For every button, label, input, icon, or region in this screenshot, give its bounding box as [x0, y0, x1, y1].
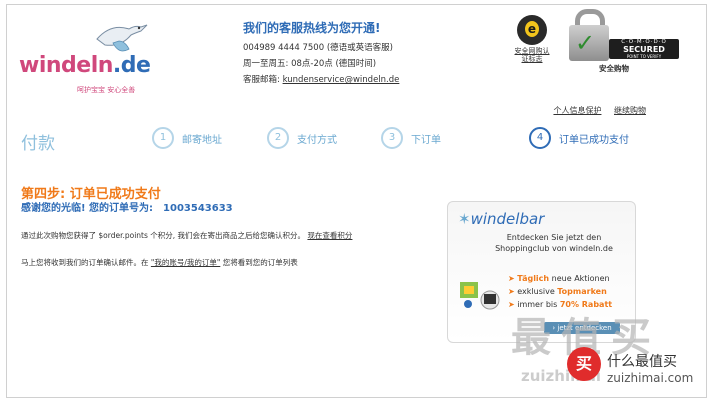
step-number: 2: [267, 127, 289, 149]
stork-icon: [96, 24, 148, 52]
step-label: 支付方式: [297, 134, 337, 146]
trusted-shops-badge[interactable]: e 安全网购认证标志: [512, 15, 552, 63]
banner-headline: Entdecken Sie jetzt den Shoppingclub von…: [484, 232, 624, 254]
mail-paragraph: 马上您将收到我们的订单确认邮件。在 "我的账号/我的订单" 您将看到您的订单列表: [21, 257, 298, 268]
banner-line1: Entdecken Sie jetzt den: [506, 233, 602, 242]
checkmark-icon: ✓: [575, 29, 596, 57]
banner-line2: Shoppingclub von windeln.de: [495, 244, 613, 253]
step-label: 下订单: [411, 134, 441, 146]
my-orders-link[interactable]: "我的账号/我的订单": [151, 258, 220, 267]
contact-email-link[interactable]: kundenservice@windeln.de: [283, 75, 400, 85]
logo-tagline: 呵护宝宝 安心全善: [77, 86, 136, 94]
mail-text-prefix: 马上您将收到我们的订单确认邮件。在: [21, 258, 149, 267]
step-number: 1: [152, 127, 174, 149]
contact-email-row: 客服邮箱: kundenservice@windeln.de: [243, 72, 399, 88]
contact-title: 我们的客服热线为您开通!: [243, 21, 381, 35]
checkout-steps: 付款 1 邮寄地址 2 支付方式 3 下订单 4 订单已成功支付: [7, 125, 706, 155]
step-1: 1 邮寄地址: [152, 127, 222, 149]
logo-wordmark: windeln.de: [19, 53, 151, 78]
thanks-text: 感谢您的光临! 您的订单号为:: [21, 203, 154, 214]
step-label: 订单已成功支付: [559, 134, 629, 146]
page-frame: windeln.de 呵护宝宝 安心全善 我们的客服热线为您开通! 004989…: [6, 4, 707, 398]
comodo-line2: SECURED: [623, 45, 665, 54]
order-number: 1003543633: [163, 203, 233, 214]
privacy-link[interactable]: 个人信息保护: [553, 106, 601, 115]
star-icon: ✶: [458, 210, 471, 228]
secure-shopping-label: 安全购物: [599, 64, 629, 73]
baby-toys-image: [460, 282, 500, 310]
step-number: 4: [529, 127, 551, 149]
bullet-1: ➤ Täglich neue Aktionen: [508, 274, 610, 283]
windeln-logo[interactable]: windeln.de 呵护宝宝 安心全善: [19, 17, 159, 97]
trusted-badge-label: 安全网购认证标志: [514, 47, 550, 63]
step-number: 3: [381, 127, 403, 149]
bullet-2: ➤ exklusive Topmarken: [508, 287, 607, 296]
trusted-seal-icon: e: [517, 15, 547, 45]
step-label: 邮寄地址: [182, 134, 222, 146]
step-2: 2 支付方式: [267, 127, 337, 149]
view-points-link[interactable]: 现在查看积分: [307, 231, 352, 240]
contact-phone: 004989 4444 7500 (德语或英语客服): [243, 43, 393, 53]
steps-title: 付款: [21, 134, 55, 154]
contact-hours: 周一至周五: 08点-20点 (德国时间): [243, 59, 377, 69]
comodo-line3: POINT TO VERIFY: [626, 54, 662, 59]
comodo-label: C·O·M·O·D·O SECURED POINT TO VERIFY: [609, 39, 679, 59]
contact-block: 我们的客服热线为您开通! 004989 4444 7500 (德语或英语客服) …: [243, 19, 399, 88]
step-4: 4 订单已成功支付: [529, 127, 629, 149]
contact-email-label: 客服邮箱:: [243, 75, 280, 85]
confirmation-thanks: 感谢您的光临! 您的订单号为: 1003543633: [21, 199, 233, 214]
watermark-site: zuizhimai.com: [607, 371, 694, 385]
step-3: 3 下订单: [381, 127, 441, 149]
points-paragraph: 通过此次购物您获得了 $order.points 个积分, 我们会在寄出商品之后…: [21, 230, 352, 241]
windelbar-logo: ✶windelbar: [458, 210, 545, 228]
top-links: 个人信息保护 继续购物: [543, 105, 646, 116]
watermark-badge: 买: [567, 347, 601, 381]
watermark-name: 什么最值买: [607, 354, 677, 370]
continue-shopping-link[interactable]: 继续购物: [614, 106, 646, 115]
mail-text-suffix: 您将看到您的订单列表: [222, 258, 298, 267]
points-text: 通过此次购物您获得了 $order.points 个积分, 我们会在寄出商品之后…: [21, 231, 306, 240]
